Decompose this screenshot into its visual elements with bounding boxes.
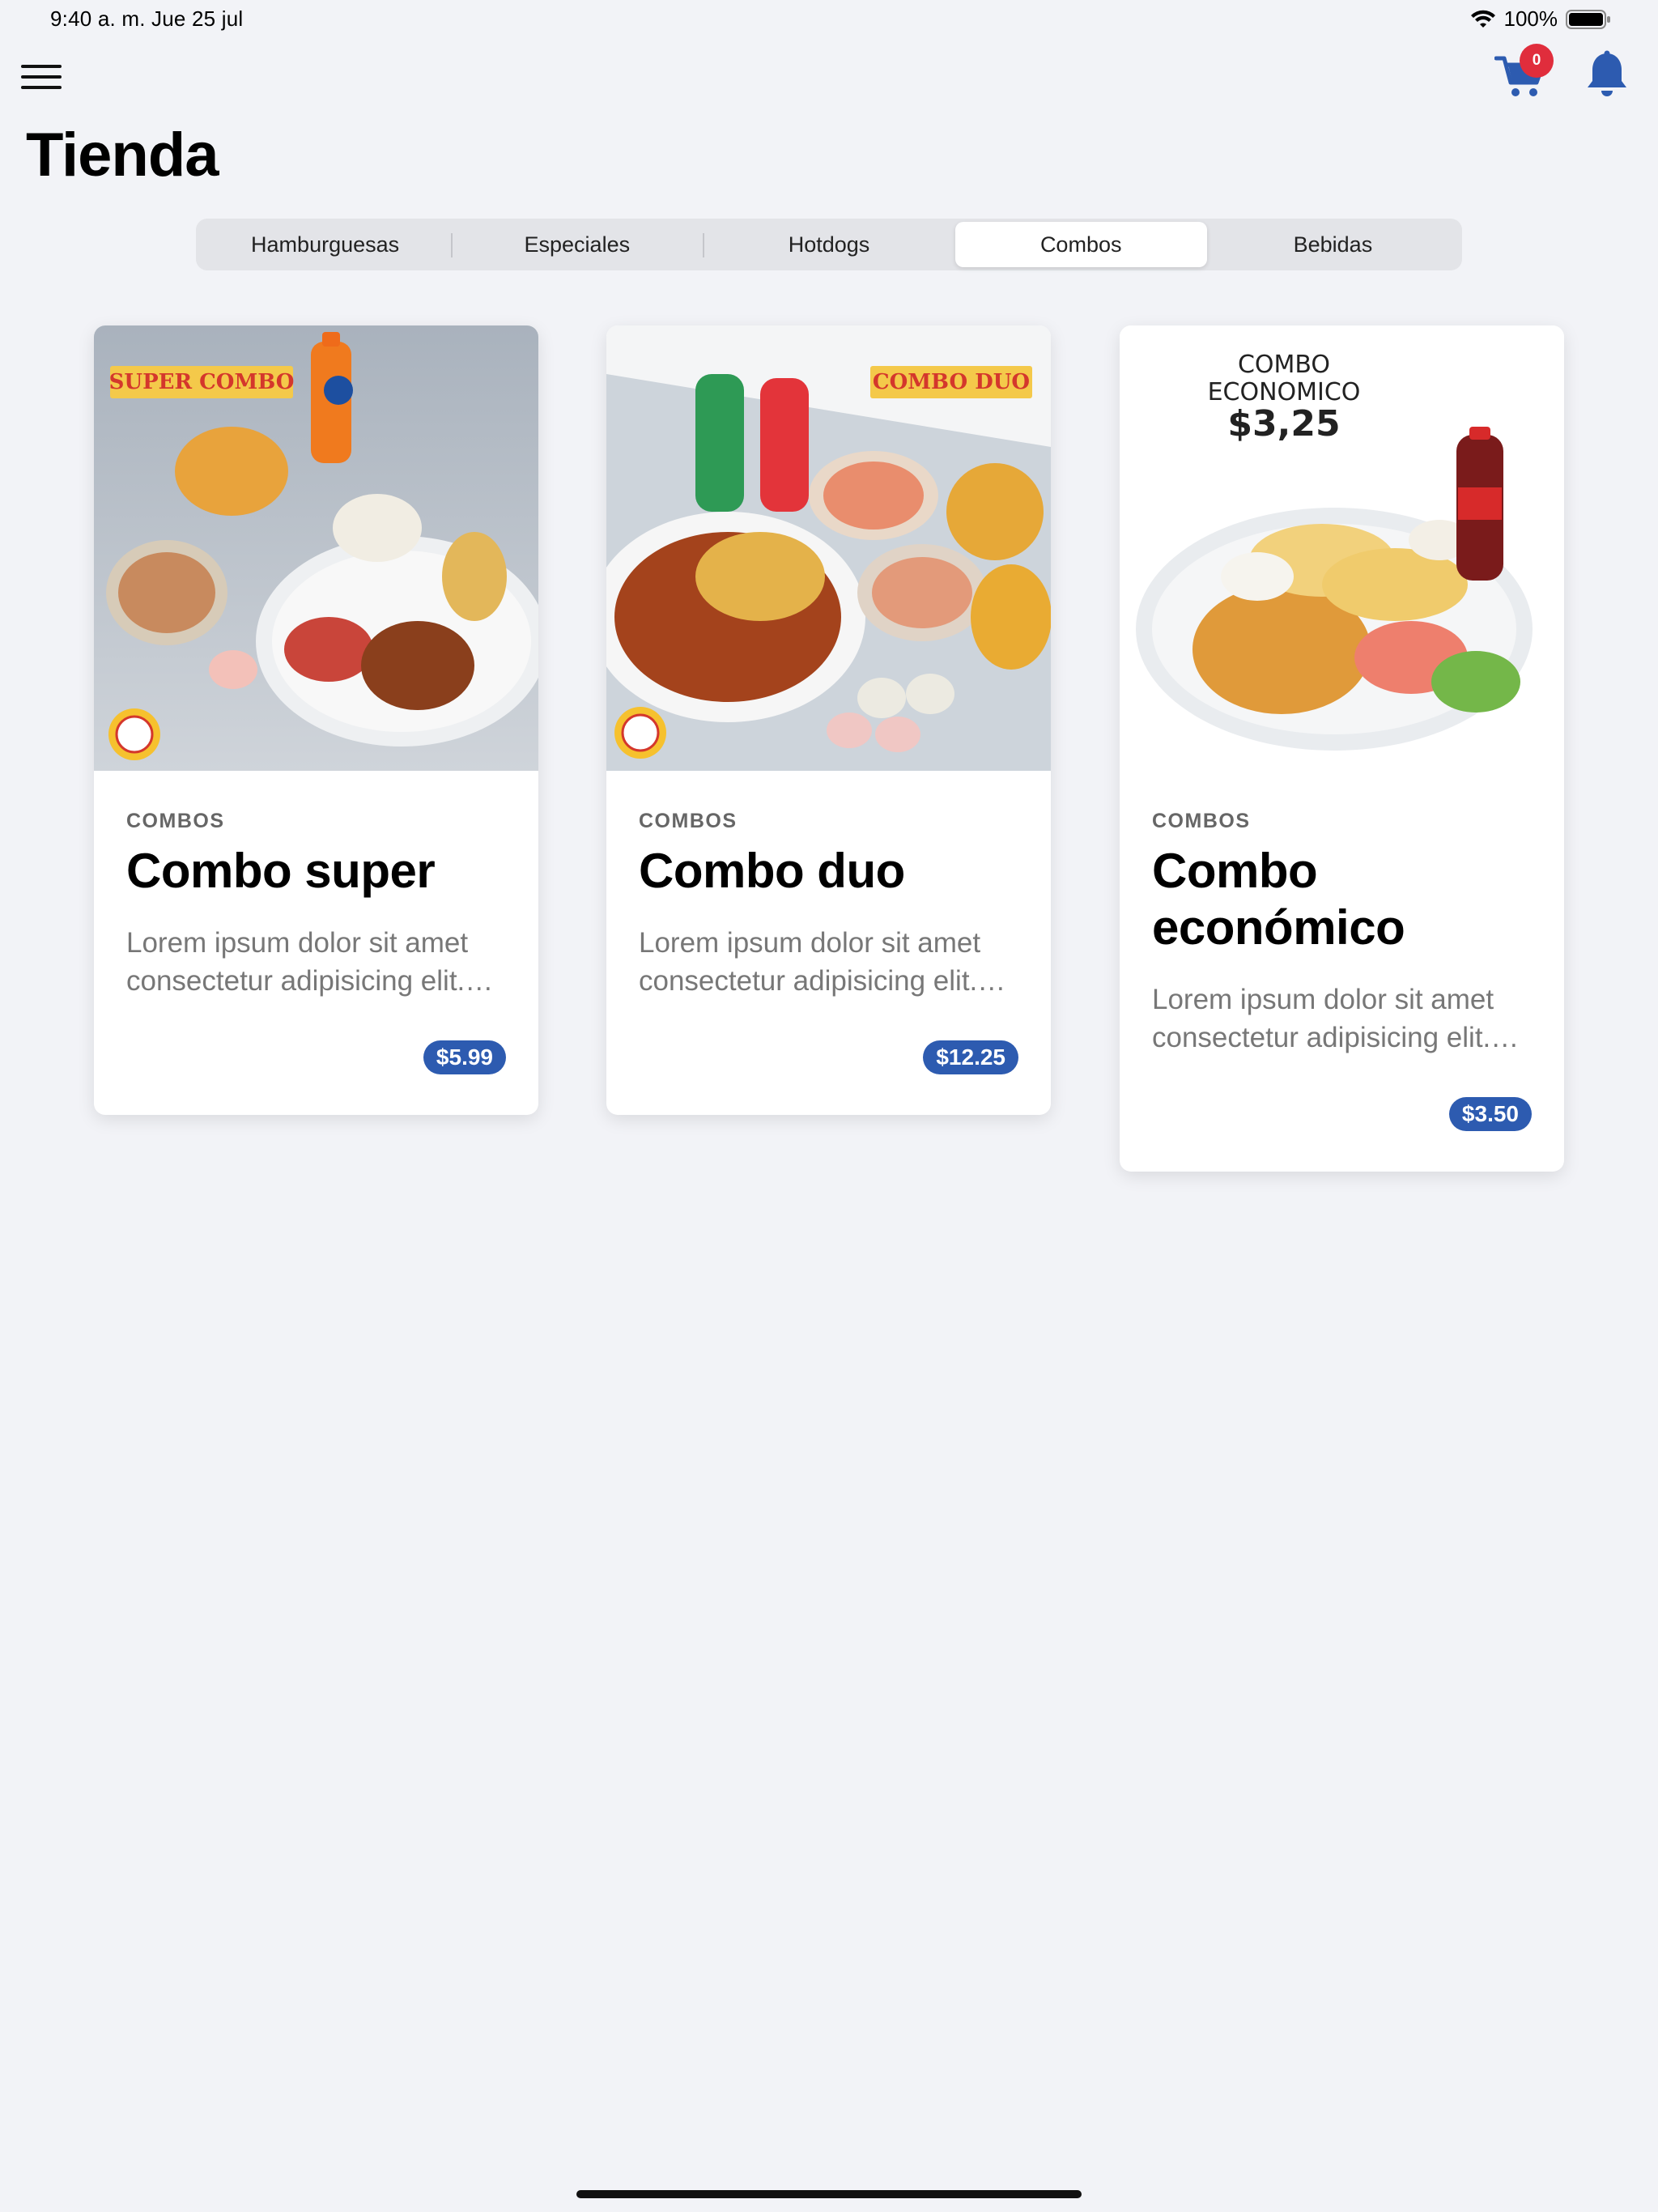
battery-icon <box>1566 9 1610 29</box>
product-category: COMBOS <box>1152 810 1251 832</box>
status-bar: 9:40 a. m. Jue 25 jul 100% <box>0 0 1658 39</box>
tab-combos[interactable]: Combos <box>954 222 1207 267</box>
image-promo-label-line2: ECONOMICO <box>1208 378 1361 406</box>
status-indicators: 100% <box>1470 6 1612 32</box>
product-card-combo-duo[interactable]: COMBO DUO COMBOS Combo duo Lorem ipsum d… <box>606 325 1051 1115</box>
home-indicator[interactable] <box>576 2190 1082 2198</box>
menu-icon[interactable] <box>19 62 63 94</box>
image-promo-price: $3,25 <box>1227 403 1340 445</box>
tab-hotdogs[interactable]: Hotdogs <box>703 222 954 267</box>
cart-count-badge: 0 <box>1520 44 1554 78</box>
bell-icon[interactable] <box>1585 50 1629 100</box>
page-title: Tienda <box>26 121 219 189</box>
product-name: Combo duo <box>639 844 905 898</box>
product-description: Lorem ipsum dolor sit amet consectetur a… <box>639 927 981 997</box>
product-image: COMBO ECONOMICO $3,25 <box>1120 325 1564 771</box>
status-time: 9:40 a. m. Jue 25 jul <box>50 6 244 31</box>
product-image: SUPER COMBO <box>94 325 538 771</box>
product-name: Combo económico <box>1152 844 1405 955</box>
tab-bebidas[interactable]: Bebidas <box>1207 222 1459 267</box>
battery-percentage: 100% <box>1503 6 1558 31</box>
product-category: COMBOS <box>126 810 225 832</box>
price-badge[interactable]: $3.50 <box>1448 1097 1532 1131</box>
product-image: COMBO DUO <box>606 325 1051 771</box>
image-promo-label: COMBO DUO <box>873 370 1030 394</box>
wifi-icon <box>1470 10 1495 28</box>
product-category: COMBOS <box>639 810 738 832</box>
image-promo-label: SUPER COMBO <box>109 370 295 394</box>
tab-especiales[interactable]: Especiales <box>451 222 703 267</box>
product-card-combo-super[interactable]: SUPER COMBO COMBOS Combo super Lorem ips… <box>94 325 538 1115</box>
store-page: 9:40 a. m. Jue 25 jul 100% 0 Tienda Hamb… <box>0 0 1658 2212</box>
price-badge[interactable]: $12.25 <box>923 1040 1018 1074</box>
price-badge[interactable]: $5.99 <box>423 1040 506 1074</box>
tab-hamburguesas[interactable]: Hamburguesas <box>199 222 451 267</box>
image-promo-label-line1: COMBO <box>1238 351 1330 379</box>
product-card-combo-economico[interactable]: COMBO ECONOMICO $3,25 COMBOS Combo econó… <box>1120 325 1564 1172</box>
category-tabs: Hamburguesas Especiales Hotdogs Combos B… <box>196 219 1462 270</box>
product-description: Lorem ipsum dolor sit amet consectetur a… <box>126 927 469 997</box>
product-description: Lorem ipsum dolor sit amet consectetur a… <box>1152 984 1494 1053</box>
product-name: Combo super <box>126 844 436 898</box>
